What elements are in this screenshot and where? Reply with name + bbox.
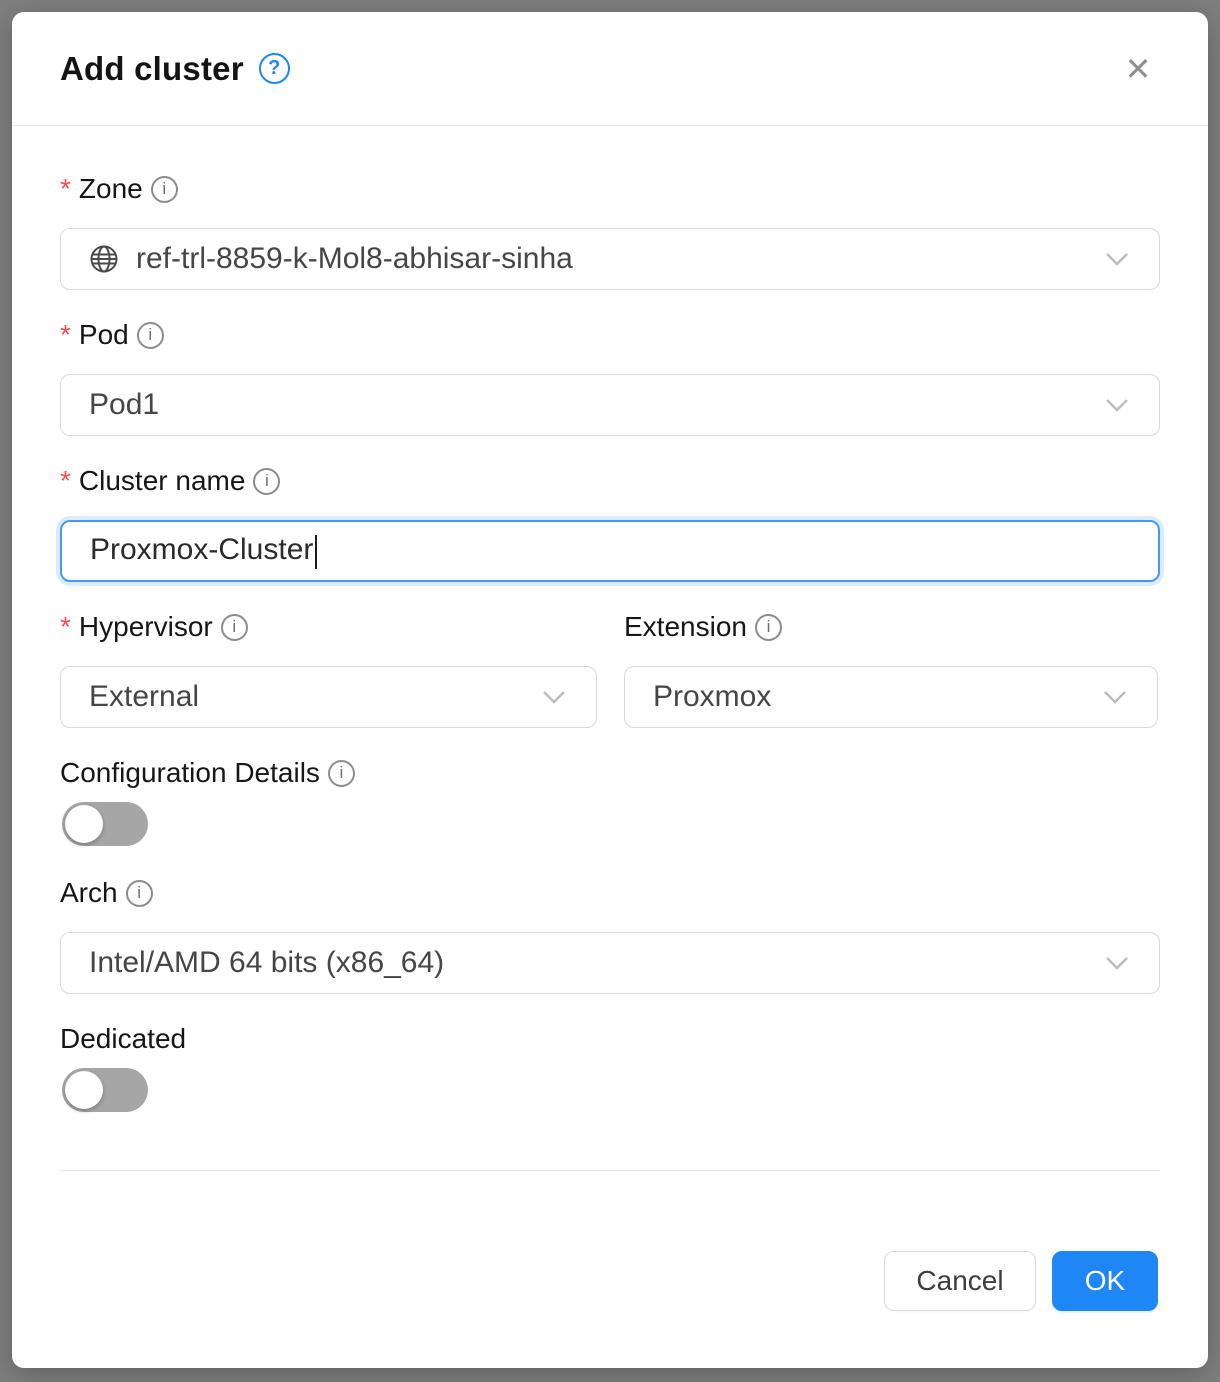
arch-label: Arch i: [60, 876, 1160, 910]
extension-select[interactable]: Proxmox: [624, 666, 1158, 728]
required-marker: *: [60, 464, 71, 498]
info-icon[interactable]: i: [328, 760, 355, 787]
chevron-down-icon: [1105, 398, 1129, 412]
zone-label-text: Zone: [79, 172, 143, 206]
cluster-name-label: * Cluster name i: [60, 464, 1160, 498]
extension-label-text: Extension: [624, 610, 747, 644]
zone-label: * Zone i: [60, 172, 1160, 206]
ok-button[interactable]: OK: [1052, 1251, 1158, 1311]
pod-label: * Pod i: [60, 318, 1160, 352]
chevron-down-icon: [1105, 252, 1129, 266]
arch-value: Intel/AMD 64 bits (x86_64): [89, 946, 1089, 980]
dedicated-label: Dedicated: [60, 1022, 1160, 1056]
extension-label: Extension i: [624, 610, 1158, 644]
info-icon[interactable]: i: [221, 614, 248, 641]
hypervisor-label-text: Hypervisor: [79, 610, 213, 644]
chevron-down-icon: [1103, 690, 1127, 704]
required-marker: *: [60, 172, 71, 206]
cancel-button[interactable]: Cancel: [884, 1251, 1036, 1311]
hypervisor-label: * Hypervisor i: [60, 610, 597, 644]
pod-value: Pod1: [89, 388, 1089, 422]
zone-select[interactable]: ref-trl-8859-k-Mol8-abhisar-sinha: [60, 228, 1160, 290]
pod-select[interactable]: Pod1: [60, 374, 1160, 436]
required-marker: *: [60, 318, 71, 352]
cluster-name-input[interactable]: Proxmox-Cluster: [60, 520, 1160, 582]
chevron-down-icon: [1105, 956, 1129, 970]
close-icon[interactable]: ✕: [1118, 49, 1158, 89]
info-icon[interactable]: i: [755, 614, 782, 641]
toggle-knob: [65, 1071, 103, 1109]
info-icon[interactable]: i: [151, 176, 178, 203]
arch-label-text: Arch: [60, 876, 118, 910]
zone-value: ref-trl-8859-k-Mol8-abhisar-sinha: [136, 242, 1089, 276]
info-icon[interactable]: i: [126, 880, 153, 907]
config-details-label-text: Configuration Details: [60, 756, 320, 790]
info-icon[interactable]: i: [137, 322, 164, 349]
hypervisor-value: External: [89, 680, 526, 714]
dedicated-toggle[interactable]: [62, 1068, 148, 1112]
arch-select[interactable]: Intel/AMD 64 bits (x86_64): [60, 932, 1160, 994]
config-details-toggle[interactable]: [62, 802, 148, 846]
text-caret: [315, 535, 317, 569]
add-cluster-dialog: Add cluster ? ✕ * Zone i ref-trl-8859-k-…: [12, 12, 1208, 1368]
toggle-knob: [65, 805, 103, 843]
cluster-name-value: Proxmox-Cluster: [90, 533, 1128, 568]
required-marker: *: [60, 610, 71, 644]
info-icon[interactable]: i: [253, 468, 280, 495]
dialog-body: * Zone i ref-trl-8859-k-Mol8-abhisar-sin…: [12, 126, 1208, 1171]
hypervisor-select[interactable]: External: [60, 666, 597, 728]
help-icon[interactable]: ?: [259, 53, 290, 84]
dialog-title: Add cluster: [60, 50, 244, 88]
config-details-label: Configuration Details i: [60, 756, 1160, 790]
dedicated-label-text: Dedicated: [60, 1022, 186, 1056]
hypervisor-extension-row: * Hypervisor i External Extension i: [60, 610, 1160, 756]
extension-value: Proxmox: [653, 680, 1087, 714]
globe-icon: [89, 244, 119, 274]
pod-label-text: Pod: [79, 318, 129, 352]
dialog-footer: Cancel OK: [12, 1171, 1208, 1311]
chevron-down-icon: [542, 690, 566, 704]
dialog-header: Add cluster ? ✕: [12, 12, 1208, 126]
cluster-name-label-text: Cluster name: [79, 464, 246, 498]
